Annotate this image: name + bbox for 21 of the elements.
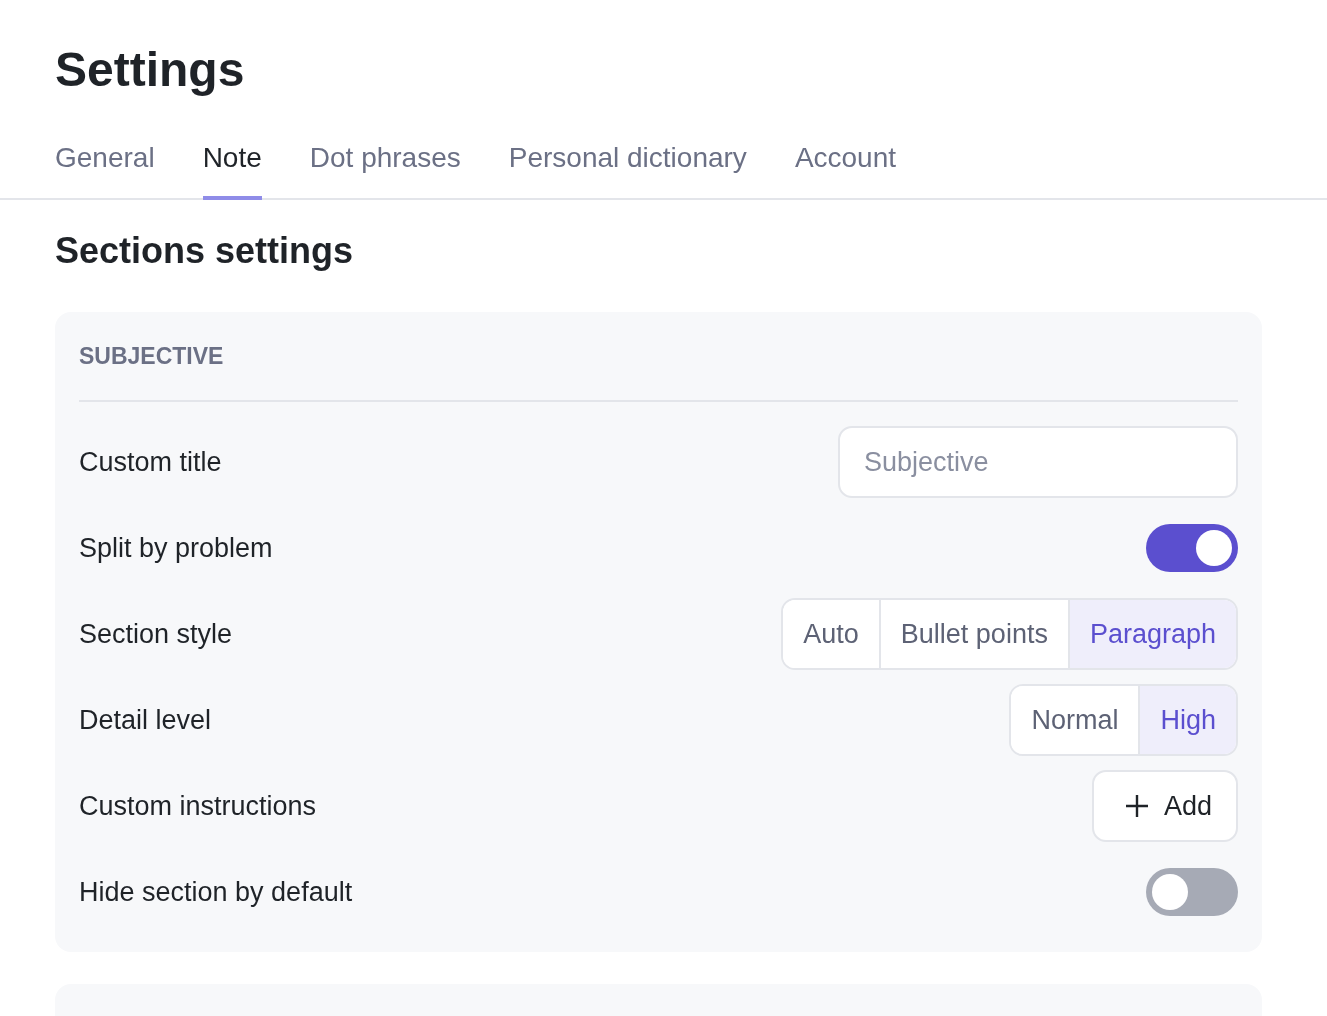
section-heading: Sections settings [54, 229, 355, 273]
plus-icon [1123, 793, 1150, 819]
tab[interactable]: Note [202, 130, 262, 200]
setting-label: Detail level [79, 704, 212, 736]
section-title: SUBJECTIVE [79, 332, 1238, 402]
segment-option[interactable]: Paragraph [1067, 600, 1236, 668]
segment-option[interactable]: High [1138, 686, 1236, 754]
title-input-field[interactable]: Subjective [838, 426, 1238, 498]
tab[interactable]: Personal dictionary [508, 130, 747, 200]
tab[interactable]: General [55, 130, 155, 200]
tab[interactable]: Account [794, 130, 897, 200]
toggle-switch[interactable] [1146, 868, 1238, 916]
tab[interactable]: Dot phrases [309, 130, 461, 200]
toggle-switch[interactable] [1146, 524, 1238, 572]
setting-label: Section style [79, 618, 233, 650]
setting-label: Custom title [79, 446, 222, 478]
setting-label: Hide section by default [79, 876, 353, 908]
setting-label: Custom instructions [79, 790, 317, 822]
page-title: Settings [54, 42, 246, 98]
setting-label: Split by problem [79, 532, 273, 564]
add-button[interactable]: Add [1091, 770, 1238, 842]
